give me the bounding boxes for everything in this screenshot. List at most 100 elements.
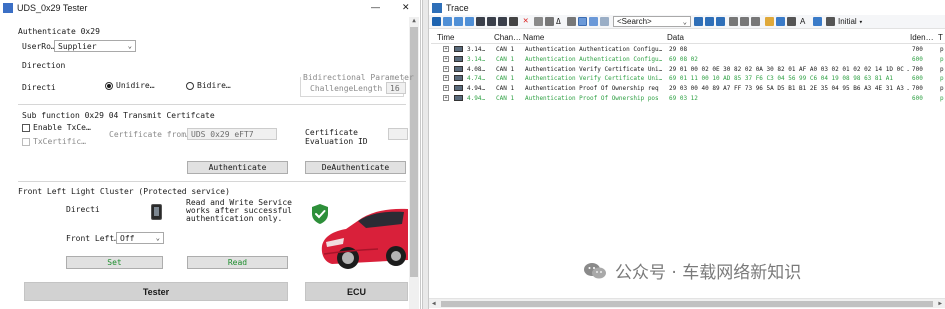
close-button[interactable]: ✕	[402, 2, 410, 13]
row-channel: CAN 1	[496, 85, 515, 93]
initial-label[interactable]: Initial	[838, 17, 857, 26]
folder-icon[interactable]	[765, 17, 774, 26]
watermark: 公众号 · 车载网络新知识	[583, 258, 801, 283]
enable-tx-checkbox[interactable]: Enable TxCe…	[22, 123, 91, 132]
binoculars-icon[interactable]	[509, 17, 518, 26]
filter-icon[interactable]	[476, 17, 485, 26]
wechat-icon	[583, 262, 607, 280]
authenticate-button[interactable]: Authenticate	[187, 161, 288, 174]
toolbar-toggle-icon[interactable]	[432, 17, 441, 26]
row-identifier: 600	[912, 75, 923, 83]
column-header-channel[interactable]: Chan…	[494, 33, 521, 42]
front-left-dropdown[interactable]: Off ⌄	[116, 232, 164, 244]
rw-service-note: Read and Write Service works after succe…	[186, 198, 292, 223]
columns-icon[interactable]	[787, 17, 796, 26]
tester-window: UDS_0x29 Tester — ✕ ▲ Authenticate 0x29 …	[0, 0, 421, 309]
certificate-from-input[interactable]: UDS 0x29 eFT7	[187, 128, 277, 140]
unidirectional-radio[interactable]: Unidire…	[105, 81, 155, 90]
scroll-up-arrow-icon[interactable]: ▲	[409, 17, 419, 26]
font-icon[interactable]: A	[800, 17, 809, 26]
trace-horizontal-scrollbar[interactable]: ◀ ▶	[429, 298, 945, 308]
divider	[18, 104, 406, 105]
expand-plus-icon[interactable]: +	[443, 65, 449, 72]
tx-certificate-checkbox[interactable]: TxCertific…	[22, 137, 86, 146]
scrollbar-thumb[interactable]	[410, 27, 418, 277]
chevron-down-icon[interactable]: ▾	[859, 18, 863, 26]
chart-icon[interactable]	[813, 17, 822, 26]
layout-icon[interactable]	[776, 17, 785, 26]
front-cluster-label: Front Left Light Cluster (Protected serv…	[18, 187, 230, 196]
vertical-scrollbar[interactable]: ▲	[409, 17, 419, 309]
row-data: 29 01 00 02 0E 30 82 02 0A 30 82 01 AF A…	[669, 65, 909, 73]
minimize-button[interactable]: —	[371, 2, 380, 12]
expand-plus-icon[interactable]: +	[443, 55, 449, 62]
row-channel: CAN 1	[496, 95, 515, 102]
delta-icon[interactable]: Δ	[556, 17, 565, 26]
cert-eval-input[interactable]	[388, 128, 408, 140]
initial-icon[interactable]	[826, 17, 835, 26]
clear-icon[interactable]	[534, 17, 543, 26]
message-icon	[454, 95, 463, 101]
delete-icon[interactable]: ✕	[523, 17, 532, 26]
toolbar-layout-icon[interactable]	[443, 17, 452, 26]
trace-window-title: Trace	[446, 2, 469, 13]
row-time: 4.08…	[467, 65, 486, 73]
tester-window-title: UDS_0x29 Tester	[17, 3, 88, 13]
unidirectional-label: Unidire…	[116, 81, 155, 90]
expand-icon[interactable]	[740, 17, 749, 26]
challenge-length-input[interactable]: 16	[386, 82, 406, 94]
deauthenticate-button[interactable]: DeAuthenticate	[305, 161, 406, 174]
cert-eval-label: Certificate Evaluation ID	[305, 128, 368, 146]
toolbar-grid-icon[interactable]	[454, 17, 463, 26]
ecu-tab[interactable]: ECU	[305, 282, 408, 301]
column-header-identifier[interactable]: Iden…	[910, 33, 934, 42]
insert-icon[interactable]	[751, 17, 760, 26]
window-splitter[interactable]	[422, 0, 429, 309]
search-prev-icon[interactable]	[705, 17, 714, 26]
scroll-right-arrow-icon[interactable]: ▶	[938, 300, 942, 307]
trace-scrollbar-thumb[interactable]	[441, 301, 933, 307]
user-role-dropdown[interactable]: Supplier ⌄	[54, 40, 136, 52]
expand-plus-icon[interactable]: +	[443, 75, 449, 82]
toolbar-grid2-icon[interactable]	[465, 17, 474, 26]
row-type: p	[940, 75, 944, 83]
bidirectional-radio[interactable]: Bidire…	[186, 81, 231, 90]
scroll-left-arrow-icon[interactable]: ◀	[432, 300, 436, 307]
column-header-data[interactable]: Data	[667, 33, 684, 42]
set-button[interactable]: Set	[66, 256, 163, 269]
highlight-icon[interactable]	[716, 17, 725, 26]
view-mode2-icon[interactable]	[589, 17, 598, 26]
collapse-icon[interactable]	[729, 17, 738, 26]
expand-plus-icon[interactable]: +	[443, 46, 449, 52]
view-mode3-icon[interactable]	[600, 17, 609, 26]
user-role-label: UserRo…	[22, 42, 56, 51]
row-time: 4.94…	[467, 95, 486, 102]
trace-row[interactable]: +3.14… CAN 1 Authentication Authentication…	[433, 55, 944, 64]
trace-row[interactable]: +4.94… CAN 1 Authentication Proof Of Owner…	[433, 94, 944, 103]
row-identifier: 700	[912, 85, 923, 93]
row-name: Authentication Authentication Configu…	[525, 55, 663, 63]
row-time: 3.14…	[467, 55, 486, 63]
subfunction-label: Sub function 0x29 04 Transmit Certifcate	[22, 111, 215, 120]
filter3-icon[interactable]	[498, 17, 507, 26]
row-identifier: 700	[912, 46, 923, 53]
tester-tab[interactable]: Tester	[24, 282, 288, 301]
divider	[18, 181, 406, 182]
column-header-name[interactable]: Name	[523, 33, 544, 42]
expand-plus-icon[interactable]: +	[443, 95, 449, 101]
trace-row[interactable]: +4.74… CAN 1 Authentication Verify Certifi…	[433, 74, 944, 83]
marker-icon[interactable]	[545, 17, 554, 26]
direction-field-label: Directi	[22, 83, 56, 92]
view-mode-icon[interactable]	[578, 17, 587, 26]
trace-row[interactable]: +4.08… CAN 1 Authentication Verify Certifi…	[433, 65, 944, 74]
search-next-icon[interactable]	[694, 17, 703, 26]
filter2-icon[interactable]	[487, 17, 496, 26]
column-header-type[interactable]: T	[938, 33, 943, 42]
time-icon[interactable]	[567, 17, 576, 26]
trace-row[interactable]: +3.14… CAN 1 Authentication Authentication…	[433, 45, 944, 54]
trace-search-input[interactable]: <Search> ⌄	[613, 16, 691, 27]
read-button[interactable]: Read	[187, 256, 288, 269]
expand-plus-icon[interactable]: +	[443, 85, 449, 92]
column-header-time[interactable]: Time	[437, 33, 454, 42]
trace-row[interactable]: +4.94… CAN 1 Authentication Proof Of Owner…	[433, 84, 944, 93]
